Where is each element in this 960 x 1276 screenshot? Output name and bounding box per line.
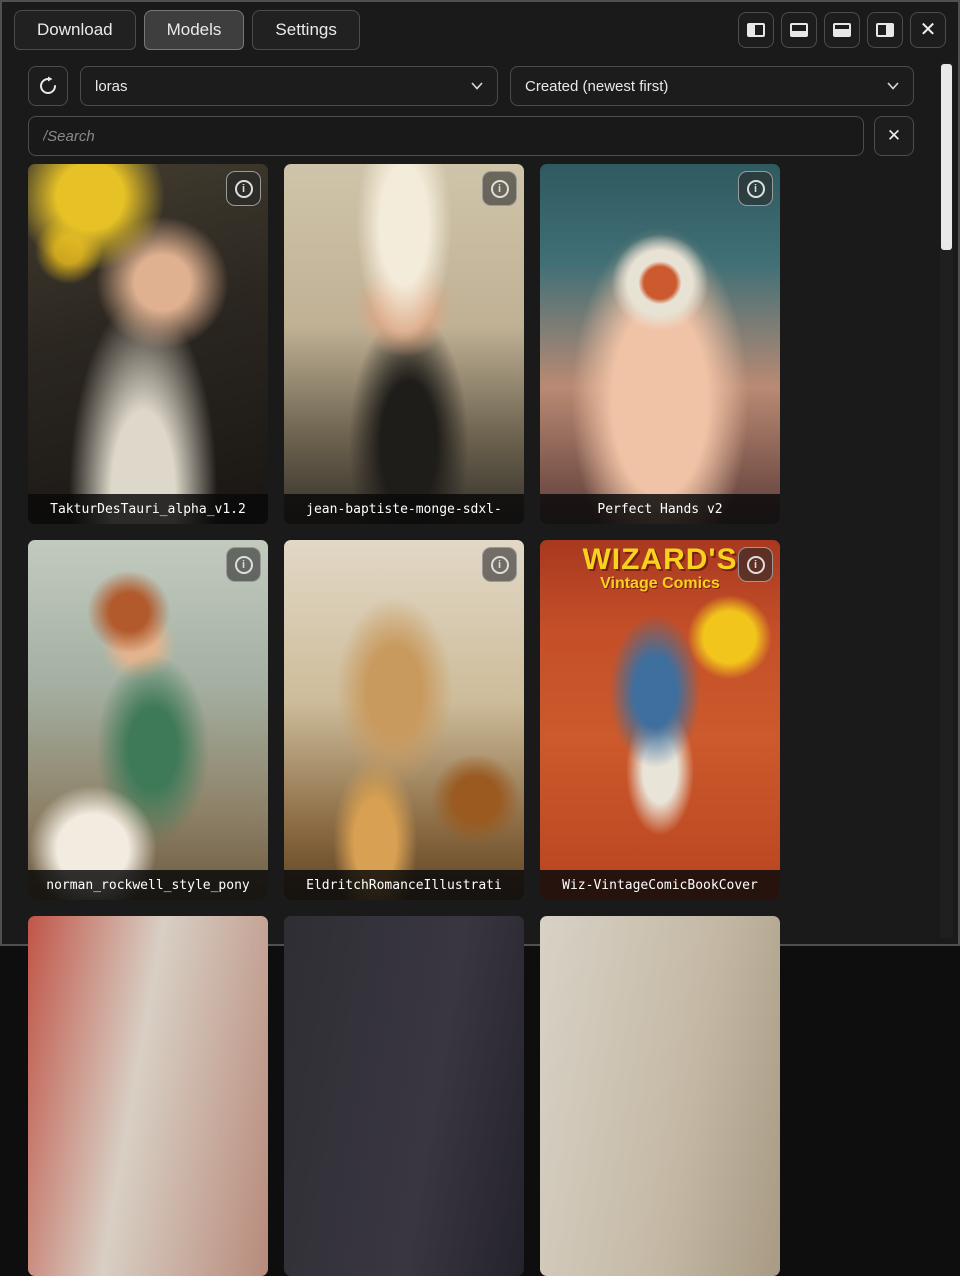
card-info-button[interactable]: i: [738, 171, 773, 206]
toolbar: loras Created (newest first): [28, 66, 914, 108]
layout-split-left-button[interactable]: [738, 12, 774, 48]
model-thumbnail: [284, 164, 524, 524]
model-thumbnail: [540, 916, 780, 1276]
card-info-button[interactable]: i: [738, 547, 773, 582]
sort-value: Created (newest first): [525, 78, 668, 95]
scrollbar[interactable]: [940, 62, 953, 938]
model-card[interactable]: i TakturDesTauri_alpha_v1.2: [28, 164, 268, 524]
layout-bottom-large-button[interactable]: [824, 12, 860, 48]
layout-bottom-large-icon: [833, 23, 851, 37]
refresh-button[interactable]: [28, 66, 68, 106]
layout-bottom-icon: [790, 23, 808, 37]
close-button[interactable]: ✕: [910, 12, 946, 48]
model-type-select[interactable]: loras: [80, 66, 498, 106]
model-thumbnail: [284, 916, 524, 1276]
chevron-down-icon: [887, 82, 899, 90]
model-thumbnail: [540, 540, 780, 900]
model-card[interactable]: i jean-baptiste-monge-sdxl-: [284, 164, 524, 524]
scrollbar-thumb[interactable]: [941, 64, 952, 250]
model-type-value: loras: [95, 78, 128, 95]
layout-split-right-icon: [876, 23, 894, 37]
card-info-button[interactable]: i: [482, 171, 517, 206]
info-icon: i: [747, 556, 765, 574]
tab-download[interactable]: Download: [14, 10, 136, 50]
search-input[interactable]: [28, 116, 864, 156]
model-card[interactable]: i EldritchRomanceIllustrati: [284, 540, 524, 900]
layout-split-left-icon: [747, 23, 765, 37]
model-card[interactable]: [284, 916, 524, 1276]
card-info-button[interactable]: i: [226, 171, 261, 206]
search-row: ✕: [28, 116, 914, 156]
model-grid: i TakturDesTauri_alpha_v1.2 i jean-bapti…: [28, 164, 780, 1276]
model-thumbnail: [284, 540, 524, 900]
model-name-label: Perfect Hands v2: [540, 494, 780, 524]
card-info-button[interactable]: i: [482, 547, 517, 582]
model-card[interactable]: i Perfect Hands v2: [540, 164, 780, 524]
info-icon: i: [235, 180, 253, 198]
close-icon: ✕: [920, 20, 937, 40]
info-icon: i: [491, 556, 509, 574]
chevron-down-icon: [471, 82, 483, 90]
model-card[interactable]: i norman_rockwell_style_pony: [28, 540, 268, 900]
refresh-icon: [38, 76, 58, 96]
model-card[interactable]: [540, 916, 780, 1276]
search-clear-button[interactable]: ✕: [874, 116, 914, 156]
model-name-label: norman_rockwell_style_pony: [28, 870, 268, 900]
card-info-button[interactable]: i: [226, 547, 261, 582]
model-thumbnail: [540, 164, 780, 524]
info-icon: i: [747, 180, 765, 198]
model-name-label: EldritchRomanceIllustrati: [284, 870, 524, 900]
model-thumbnail: [28, 540, 268, 900]
window-controls: ✕: [738, 12, 946, 48]
layout-split-right-button[interactable]: [867, 12, 903, 48]
model-card[interactable]: [28, 916, 268, 1276]
model-thumbnail: [28, 164, 268, 524]
model-name-label: Wiz-VintageComicBookCover: [540, 870, 780, 900]
info-icon: i: [235, 556, 253, 574]
layout-bottom-button[interactable]: [781, 12, 817, 48]
model-browser-window: Download Models Settings ✕ loras: [0, 0, 960, 946]
clear-icon: ✕: [887, 126, 901, 146]
tab-settings[interactable]: Settings: [252, 10, 359, 50]
sort-select[interactable]: Created (newest first): [510, 66, 914, 106]
tab-models[interactable]: Models: [144, 10, 245, 50]
model-name-label: TakturDesTauri_alpha_v1.2: [28, 494, 268, 524]
tab-bar: Download Models Settings: [14, 10, 360, 50]
model-thumbnail: [28, 916, 268, 1276]
info-icon: i: [491, 180, 509, 198]
model-card[interactable]: WIZARD'S Vintage Comics i Wiz-VintageCom…: [540, 540, 780, 900]
model-name-label: jean-baptiste-monge-sdxl-: [284, 494, 524, 524]
